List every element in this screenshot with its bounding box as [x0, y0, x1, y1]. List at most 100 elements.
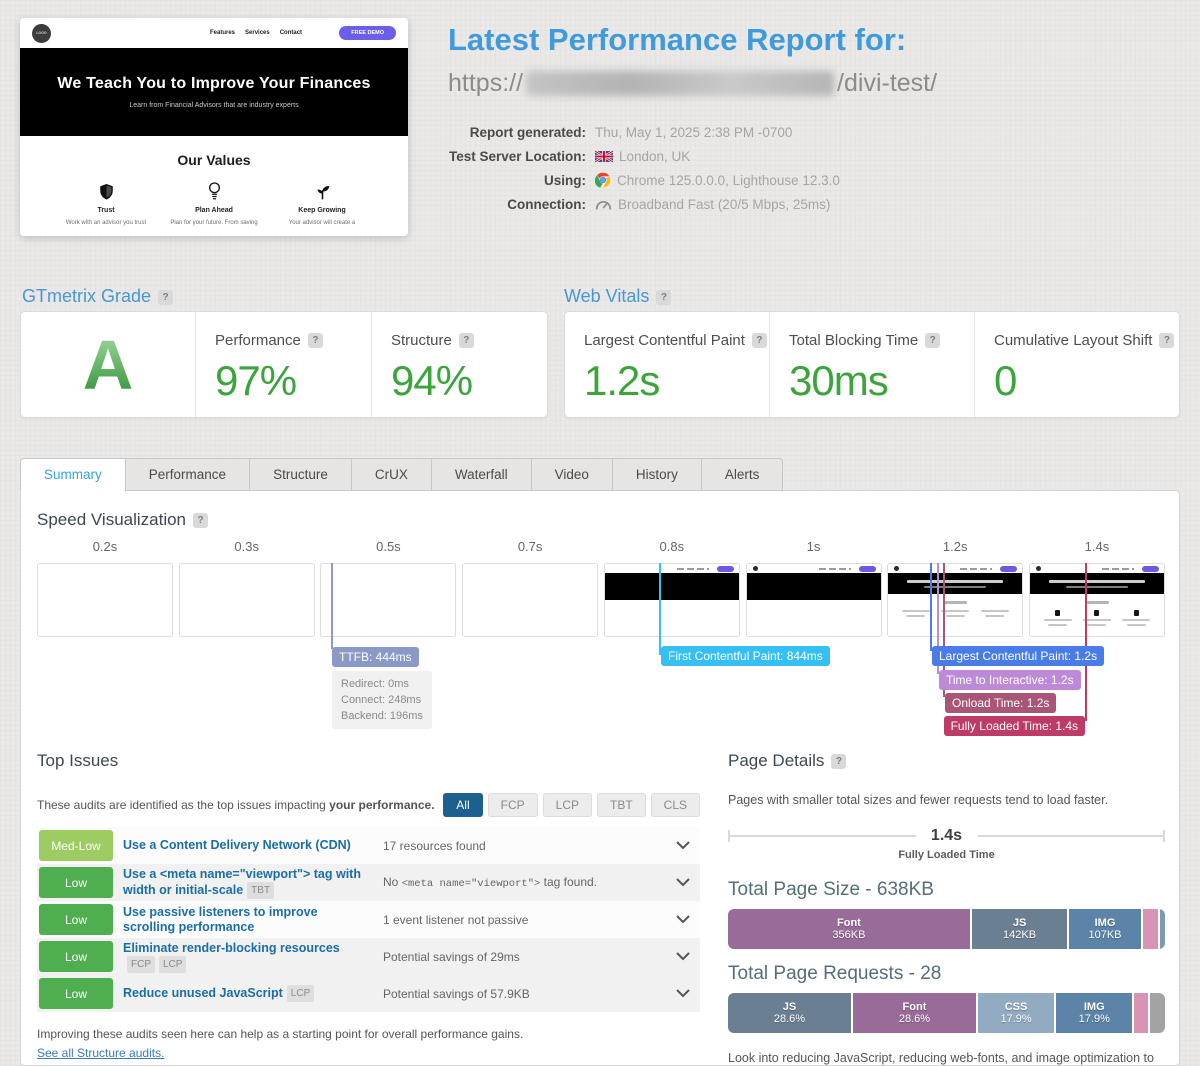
issue-tag: LCP	[287, 985, 314, 1002]
issue-row[interactable]: LowUse a <meta name="viewport"> tag with…	[37, 864, 700, 901]
performance-cell: Performance? 97%	[195, 312, 371, 417]
server-location-label: Test Server Location:	[448, 149, 586, 164]
chevron-down-icon[interactable]	[666, 874, 700, 892]
preview-nav-item: Contact	[280, 30, 302, 36]
preview-hero: We Teach You to Improve Your Finances Le…	[20, 48, 408, 136]
help-icon[interactable]: ?	[193, 513, 208, 528]
issue-title: Use a <meta name="viewport"> tag with wi…	[123, 867, 369, 899]
tab-history[interactable]: History	[613, 458, 702, 491]
issue-detail: Potential savings of 57.9KB	[369, 987, 666, 1001]
performance-label: Performance?	[215, 332, 371, 349]
filmstrip-frame: 0.3s	[179, 539, 315, 637]
filter-fcp[interactable]: FCP	[488, 793, 538, 817]
filmstrip-frame: 0.2s	[37, 539, 173, 637]
filmstrip-time-label: 0.5s	[320, 539, 456, 563]
fully-loaded-marker-line	[1085, 563, 1087, 721]
see-all-structure-audits-link[interactable]: See all Structure audits.	[37, 1046, 164, 1060]
chevron-down-icon[interactable]	[666, 911, 700, 929]
help-icon[interactable]: ?	[459, 333, 474, 348]
tbt-value: 30ms	[789, 357, 974, 405]
tab-video[interactable]: Video	[532, 458, 613, 491]
help-icon[interactable]: ?	[752, 333, 767, 348]
using-value: Chrome 125.0.0.0, Lighthouse 12.3.0	[595, 172, 840, 188]
redacted-url-blur	[526, 71, 834, 96]
bar-segment-font: Font356KB	[728, 909, 972, 949]
issue-title-link[interactable]: Use a Content Delivery Network (CDN)	[123, 838, 351, 852]
tab-alerts[interactable]: Alerts	[702, 458, 784, 491]
issue-title-link[interactable]: Eliminate render-blocking resources	[123, 941, 340, 955]
filmstrip-time-label: 0.2s	[37, 539, 173, 563]
filmstrip-frame: 1.4s	[1029, 539, 1165, 637]
filmstrip-frame: 0.5s	[320, 539, 456, 637]
structure-cell: Structure? 94%	[371, 312, 547, 417]
page-details-footer: Look into reducing JavaScript, reducing …	[728, 1049, 1165, 1066]
tti-badge: Time to Interactive: 1.2s	[939, 670, 1081, 690]
tab-crux[interactable]: CrUX	[352, 458, 432, 491]
fully-loaded-time-value: 1.4s	[916, 826, 977, 845]
severity-badge: Low	[39, 941, 113, 972]
speed-visualization-heading: Speed Visualization?	[37, 510, 208, 530]
filmstrip-frame: 0.7s	[462, 539, 598, 637]
connection-label: Connection:	[448, 197, 586, 212]
issue-row[interactable]: LowReduce unused JavaScriptLCPPotential …	[37, 975, 700, 1012]
tab-summary[interactable]: Summary	[20, 458, 126, 492]
bar-segment-js: JS28.6%	[728, 993, 853, 1033]
bar-segment-css: CSS17.9%	[978, 993, 1056, 1033]
gtmetrix-grade-heading: GTmetrix Grade?	[22, 286, 173, 307]
issue-tag: LCP	[159, 956, 186, 973]
help-icon[interactable]: ?	[925, 333, 940, 348]
issue-title-link[interactable]: Reduce unused JavaScript	[123, 986, 283, 1000]
issue-row[interactable]: Med-Low Use a Content Delivery Network (C…	[37, 827, 700, 864]
speedometer-icon	[595, 198, 612, 210]
lcp-cell: Largest Contentful Paint? 1.2s	[565, 312, 769, 417]
help-icon[interactable]: ?	[158, 290, 173, 305]
url-suffix: /divi-test/	[837, 69, 937, 98]
filter-lcp[interactable]: LCP	[543, 793, 592, 817]
page-size-bar: Font356KBJS142KBIMG107KB	[728, 909, 1165, 949]
help-icon[interactable]: ?	[1159, 333, 1174, 348]
chevron-down-icon[interactable]	[666, 837, 700, 855]
lightbulb-icon	[164, 182, 264, 200]
filter-cls[interactable]: CLS	[651, 793, 700, 817]
issue-title-link[interactable]: Use a <meta name="viewport"> tag with wi…	[123, 867, 361, 897]
filter-tbt[interactable]: TBT	[597, 793, 646, 817]
chevron-down-icon[interactable]	[666, 985, 700, 1003]
tab-waterfall[interactable]: Waterfall	[432, 458, 532, 491]
total-page-size-heading: Total Page Size - 638KB	[728, 879, 1165, 901]
chevron-down-icon[interactable]	[666, 948, 700, 966]
filmstrip-time-label: 1.2s	[887, 539, 1023, 563]
page-details-heading: Page Details?	[728, 751, 1165, 771]
connection-value: Broadband Fast (20/5 Mbps, 25ms)	[595, 197, 830, 212]
issue-detail: Potential savings of 29ms	[369, 950, 666, 964]
issue-title: Reduce unused JavaScript LCP	[123, 985, 369, 1002]
shield-icon	[56, 182, 156, 200]
issue-title: Use a Content Delivery Network (CDN)	[123, 838, 369, 853]
preview-values: Trust Work with an advisor you trust Pla…	[20, 182, 408, 226]
help-icon[interactable]: ?	[656, 290, 671, 305]
severity-badge: Med-Low	[39, 830, 113, 861]
filmstrip-time-label: 0.8s	[604, 539, 740, 563]
report-header: Latest Performance Report for: https:// …	[448, 22, 1178, 216]
page-requests-bar: JS28.6%Font28.6%CSS17.9%IMG17.9%	[728, 993, 1165, 1033]
help-icon[interactable]: ?	[831, 754, 846, 769]
filmstrip-time-label: 1s	[746, 539, 882, 563]
issue-row[interactable]: LowEliminate render-blocking resourcesFC…	[37, 938, 700, 975]
tbt-label: Total Blocking Time?	[789, 332, 974, 349]
page-title: Latest Performance Report for:	[448, 22, 1178, 58]
performance-value: 97%	[215, 357, 371, 405]
bar-segment-img: IMG107KB	[1069, 909, 1142, 949]
help-icon[interactable]: ?	[308, 333, 323, 348]
web-vitals-heading: Web Vitals?	[564, 286, 671, 307]
filter-all[interactable]: All	[443, 793, 482, 817]
issue-title-link[interactable]: Use passive listeners to improve scrolli…	[123, 905, 318, 934]
issue-row[interactable]: LowUse passive listeners to improve scro…	[37, 901, 700, 938]
tab-performance[interactable]: Performance	[126, 458, 250, 491]
bar-segment	[1150, 993, 1165, 1033]
summary-panel: Speed Visualization? 0.2s0.3s0.5s0.7s0.8…	[20, 490, 1180, 1066]
bar-segment-font: Font28.6%	[853, 993, 978, 1033]
structure-label: Structure?	[391, 332, 547, 349]
grade-letter: A	[83, 330, 134, 400]
lcp-marker-line	[930, 563, 932, 651]
fully-loaded-time-label: Fully Loaded Time	[728, 849, 1165, 861]
tab-structure[interactable]: Structure	[250, 458, 352, 491]
